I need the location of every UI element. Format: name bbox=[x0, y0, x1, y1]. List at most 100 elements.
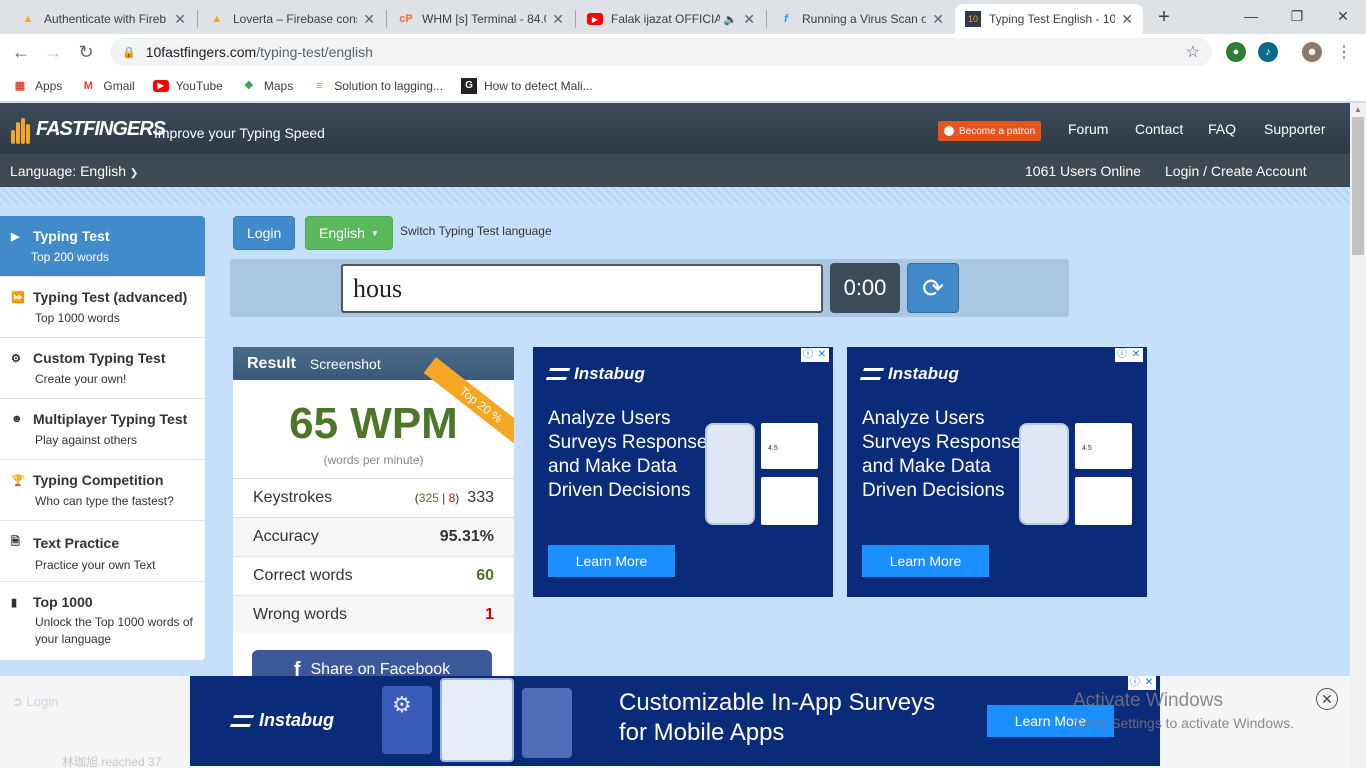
minimize-icon[interactable]: — bbox=[1236, 4, 1266, 28]
sidebar-menu: ▶ Typing Test Top 200 words ⏩ Typing Test … bbox=[0, 216, 205, 660]
rating-card: 4.5 bbox=[761, 423, 818, 469]
sidebar-item-text-practice[interactable]: 🗎 Text Practice Practice your own Text bbox=[0, 521, 205, 582]
back-arrow-icon[interactable]: ← bbox=[8, 40, 34, 64]
browser-tab-youtube[interactable]: ▶ Falak ijazat OFFICIA 🔈 ✕ bbox=[577, 4, 765, 34]
close-tab-icon[interactable]: ✕ bbox=[743, 11, 755, 28]
browser-toolbar: ← → ↻ 🔒 10fastfingers.com/typing-test/en… bbox=[0, 34, 1366, 70]
close-ad-icon[interactable]: ✕ bbox=[1316, 688, 1338, 710]
close-tab-icon[interactable]: ✕ bbox=[174, 11, 186, 28]
restore-icon[interactable]: ❐ bbox=[1282, 4, 1312, 28]
info-icon: ⓘ bbox=[1117, 349, 1127, 360]
page-scrollbar[interactable]: ▲ bbox=[1350, 103, 1366, 768]
sidebar-item-custom-typing-test[interactable]: ⚙ Custom Typing Test Create your own! bbox=[0, 338, 205, 399]
wpm-label: (words per minute) bbox=[323, 453, 424, 467]
close-tab-icon[interactable]: ✕ bbox=[363, 11, 375, 28]
fast-forward-icon: ⏩ bbox=[11, 291, 25, 304]
ad-choices[interactable]: ⓘ ✕ bbox=[801, 348, 829, 362]
rating-screen-mockup bbox=[522, 688, 572, 758]
instabug-mark-icon bbox=[545, 368, 571, 380]
chevron-down-icon: ❯ bbox=[129, 168, 139, 179]
bottom-ad-message: Customizable In-App Surveys for Mobile Ap… bbox=[619, 689, 936, 746]
browser-tab-typing-test[interactable]: 10 Typing Test English - 10 ✕ bbox=[955, 4, 1143, 34]
rating-card: 4.5 bbox=[1075, 423, 1132, 469]
learn-more-button[interactable]: Learn More bbox=[862, 545, 989, 577]
login-create-account-link[interactable]: Login / Create Account bbox=[1165, 163, 1307, 179]
result-row-accuracy: Accuracy 95.31% bbox=[233, 517, 514, 556]
survey-card bbox=[1075, 477, 1132, 525]
faded-login-link[interactable]: ➲ Login bbox=[12, 694, 58, 710]
close-icon: ✕ bbox=[1131, 349, 1141, 360]
forward-arrow-icon[interactable]: → bbox=[40, 40, 66, 64]
bookmark-apps[interactable]: ▦ Apps bbox=[12, 78, 63, 94]
browser-tab-virus-scan[interactable]: f Running a Virus Scan o ✕ bbox=[768, 4, 954, 34]
scrollbar-thumb[interactable] bbox=[1352, 117, 1364, 255]
restart-button[interactable]: ⟳ bbox=[907, 263, 959, 313]
close-tab-icon[interactable]: ✕ bbox=[552, 11, 564, 28]
profile-avatar[interactable]: ☻ bbox=[1302, 42, 1322, 62]
ad-choices[interactable]: ⓘ ✕ bbox=[1128, 676, 1156, 690]
nav-faq[interactable]: FAQ bbox=[1208, 121, 1236, 137]
learn-more-button[interactable]: Learn More bbox=[548, 545, 675, 577]
refresh-icon: ⟳ bbox=[922, 272, 944, 303]
instabug-logo: Instabug bbox=[545, 364, 645, 384]
instabug-ad-2[interactable]: ⓘ ✕ Instabug Analyze Users Surveys Respon… bbox=[847, 347, 1147, 597]
sidebar-item-typing-competition[interactable]: 🏆 Typing Competition Who can type the fas… bbox=[0, 460, 205, 521]
speaker-icon[interactable]: 🔈 bbox=[724, 13, 738, 26]
close-window-icon[interactable]: ✕ bbox=[1328, 4, 1358, 28]
nav-supporter[interactable]: Supporter bbox=[1264, 121, 1325, 137]
sidebar-item-multiplayer[interactable]: ☻ Multiplayer Typing Test Play against ot… bbox=[0, 399, 205, 460]
instabug-bottom-ad[interactable]: Instabug ⚙ Customizable In-App Surveys fo… bbox=[190, 676, 1160, 766]
nav-forum[interactable]: Forum bbox=[1068, 121, 1108, 137]
site-header: FASTFINGERS Improve your Typing Speed Be… bbox=[0, 103, 1350, 154]
language-dropdown[interactable]: Language: English ❯ bbox=[10, 163, 138, 179]
instabug-mark-icon bbox=[859, 368, 885, 380]
bookmark-maps[interactable]: ❖ Maps bbox=[241, 78, 293, 94]
result-row-correct-words: Correct words 60 bbox=[233, 556, 514, 595]
document-icon: 🗎 bbox=[11, 536, 20, 548]
firebase-icon: ▲ bbox=[211, 13, 223, 25]
survey-card bbox=[761, 477, 818, 525]
language-button[interactable]: English ▼ bbox=[305, 216, 393, 250]
hand-logo-icon bbox=[10, 110, 32, 148]
bookmark-star-icon[interactable]: ☆ bbox=[1186, 42, 1200, 62]
bookmark-youtube[interactable]: ▶ YouTube bbox=[152, 79, 223, 93]
instabug-logo: Instabug bbox=[859, 364, 959, 384]
extension-speaker-icon[interactable]: ♪ bbox=[1258, 42, 1278, 62]
activate-windows-watermark: Activate Windows Go to Settings to activ… bbox=[1073, 690, 1294, 731]
nav-contact[interactable]: Contact bbox=[1135, 121, 1183, 137]
browser-tab-firebase-auth[interactable]: ▲ Authenticate with Fireb ✕ bbox=[10, 4, 196, 34]
address-bar[interactable]: 🔒 10fastfingers.com/typing-test/english … bbox=[110, 38, 1212, 66]
users-icon: ☻ bbox=[11, 413, 23, 425]
screenshot-tab[interactable]: Screenshot bbox=[310, 356, 381, 372]
share-facebook-button[interactable]: f Share on Facebook bbox=[252, 650, 492, 677]
timer: 0:00 bbox=[830, 263, 900, 313]
stack-overflow-icon: ≡ bbox=[315, 79, 323, 92]
close-tab-icon[interactable]: ✕ bbox=[1121, 11, 1133, 28]
bookmark-malware[interactable]: G How to detect Mali... bbox=[460, 77, 593, 94]
browser-tab-strip: ▲ Authenticate with Fireb ✕ ▲ Loverta – … bbox=[0, 0, 1366, 34]
bookmark-gmail[interactable]: M Gmail bbox=[80, 78, 135, 94]
extension-globe-icon[interactable]: ● bbox=[1226, 42, 1246, 62]
url-domain: 10fastfingers.com bbox=[145, 44, 257, 60]
site-logo[interactable]: FASTFINGERS bbox=[10, 108, 166, 150]
instabug-ad-1[interactable]: ⓘ ✕ Instabug Analyze Users Surveys Respon… bbox=[533, 347, 833, 597]
lock-icon: 🔒 bbox=[122, 46, 136, 59]
scroll-up-icon[interactable]: ▲ bbox=[1354, 105, 1362, 114]
login-button[interactable]: Login bbox=[233, 216, 296, 250]
sidebar-item-typing-test-advanced[interactable]: ⏩ Typing Test (advanced) Top 1000 words bbox=[0, 277, 205, 338]
new-tab-button[interactable]: + bbox=[1152, 6, 1176, 28]
reload-icon[interactable]: ↻ bbox=[73, 40, 99, 64]
trophy-icon: 🏆 bbox=[11, 474, 25, 487]
bookmark-stack-overflow[interactable]: ≡ Solution to lagging... bbox=[311, 78, 443, 94]
become-patron-button[interactable]: Become a patron bbox=[938, 121, 1042, 141]
close-tab-icon[interactable]: ✕ bbox=[932, 11, 944, 28]
typing-input[interactable] bbox=[341, 264, 823, 313]
url-path: /typing-test/english bbox=[256, 44, 373, 60]
survey-screen-mockup bbox=[440, 678, 514, 762]
chrome-menu-icon[interactable]: ⋮ bbox=[1334, 42, 1354, 62]
sidebar-item-top-1000[interactable]: ▮ Top 1000 Unlock the Top 1000 words of y… bbox=[0, 582, 205, 660]
browser-tab-firebase-console[interactable]: ▲ Loverta – Firebase cons ✕ bbox=[199, 4, 385, 34]
browser-tab-whm-terminal[interactable]: cP WHM [s] Terminal - 84.0 ✕ bbox=[388, 4, 574, 34]
sidebar-item-typing-test[interactable]: ▶ Typing Test Top 200 words bbox=[0, 216, 205, 277]
ad-choices[interactable]: ⓘ ✕ bbox=[1115, 348, 1143, 362]
